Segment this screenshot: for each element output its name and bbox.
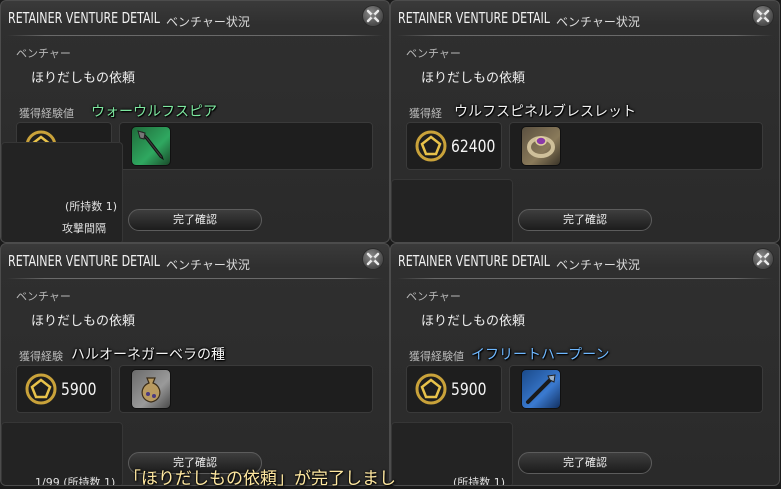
close-icon[interactable] [363, 249, 383, 269]
harpoon-icon[interactable] [521, 369, 561, 409]
company-seal-icon [25, 373, 57, 405]
window-title: RETAINER VENTURE DETAIL [398, 9, 550, 27]
owned-count-label: 1/99 (所持数 1) [35, 476, 116, 486]
window-subtitle: ベンチャー状況 [166, 258, 250, 272]
exp-value: 5900 [61, 380, 97, 400]
window-subtitle: ベンチャー状況 [556, 258, 640, 272]
item-box [509, 365, 763, 413]
company-seal-icon [415, 373, 447, 405]
window-title: RETAINER VENTURE DETAIL [8, 252, 160, 270]
title-divider [7, 278, 383, 279]
item-box [119, 365, 373, 413]
exp-box: 62400 [406, 122, 502, 170]
spear-icon[interactable] [131, 126, 171, 166]
venture-detail-window-4: RETAINER VENTURE DETAIL ベンチャー状況 ベンチャー ほり… [390, 243, 780, 486]
title-divider [397, 278, 773, 279]
confirm-button[interactable]: 完了確認 [518, 452, 652, 474]
venture-complete-notice: 「ほりだしもの依頼」が完了しまし [124, 469, 396, 489]
venture-type: ほりだしもの依頼 [421, 71, 526, 86]
exp-value: 62400 [451, 137, 496, 157]
window-title: RETAINER VENTURE DETAIL [398, 252, 550, 270]
close-icon[interactable] [753, 6, 773, 26]
item-name: ハルオーネガーベラの種 [71, 347, 225, 363]
venture-type: ほりだしもの依頼 [31, 314, 136, 329]
confirm-button[interactable]: 完了確認 [128, 209, 262, 231]
window-subtitle: ベンチャー状況 [166, 15, 250, 29]
venture-detail-window-1: RETAINER VENTURE DETAIL ベンチャー状況 ベンチャー ほり… [0, 0, 390, 243]
exp-value: 5900 [451, 380, 487, 400]
underlying-window-item-info: (所持数 1) 攻撃間隔 [1, 142, 123, 242]
item-name: ウォーウルフスピア [91, 104, 217, 120]
close-icon[interactable] [753, 249, 773, 269]
item-name: ウルフスピネルブレスレット [454, 104, 636, 120]
item-box [509, 122, 763, 170]
title-divider [7, 35, 383, 36]
window-titlebar[interactable]: RETAINER VENTURE DETAIL ベンチャー状況 [391, 244, 779, 278]
item-name: イフリートハープーン [471, 347, 610, 363]
venture-label: ベンチャー [16, 290, 71, 303]
venture-label: ベンチャー [16, 47, 71, 60]
venture-label: ベンチャー [406, 47, 461, 60]
window-subtitle: ベンチャー状況 [556, 15, 640, 29]
exp-label: 獲得経験 [19, 350, 63, 363]
venture-type: ほりだしもの依頼 [31, 71, 136, 86]
window-title: RETAINER VENTURE DETAIL [8, 9, 160, 27]
owned-count-label: (所持数 1) [453, 476, 506, 486]
underlying-window-item-info: (所持数 1) [391, 422, 513, 486]
underlying-window-item-info: 1/99 (所持数 1) [1, 422, 123, 486]
exp-label: 獲得経験値 [19, 107, 74, 120]
owned-count-label: (所持数 1) [65, 200, 118, 213]
exp-box: 5900 [406, 365, 502, 413]
company-seal-icon [415, 130, 447, 162]
attack-interval-label: 攻撃間隔 [62, 222, 106, 235]
exp-label: 獲得経験値 [409, 350, 464, 363]
close-icon[interactable] [363, 6, 383, 26]
venture-label: ベンチャー [406, 290, 461, 303]
confirm-button[interactable]: 完了確認 [518, 209, 652, 231]
window-titlebar[interactable]: RETAINER VENTURE DETAIL ベンチャー状況 [391, 1, 779, 35]
bracelet-icon[interactable] [521, 126, 561, 166]
title-divider [397, 35, 773, 36]
seed-bag-icon[interactable] [131, 369, 171, 409]
venture-detail-window-3: RETAINER VENTURE DETAIL ベンチャー状況 ベンチャー ほり… [0, 243, 390, 486]
underlying-window-item-info [391, 179, 513, 242]
exp-label: 獲得経 [409, 107, 442, 120]
window-titlebar[interactable]: RETAINER VENTURE DETAIL ベンチャー状況 [1, 244, 389, 278]
exp-box: 5900 [16, 365, 112, 413]
item-box [119, 122, 373, 170]
venture-detail-window-2: RETAINER VENTURE DETAIL ベンチャー状況 ベンチャー ほり… [390, 0, 780, 243]
window-titlebar[interactable]: RETAINER VENTURE DETAIL ベンチャー状況 [1, 1, 389, 35]
venture-type: ほりだしもの依頼 [421, 314, 526, 329]
